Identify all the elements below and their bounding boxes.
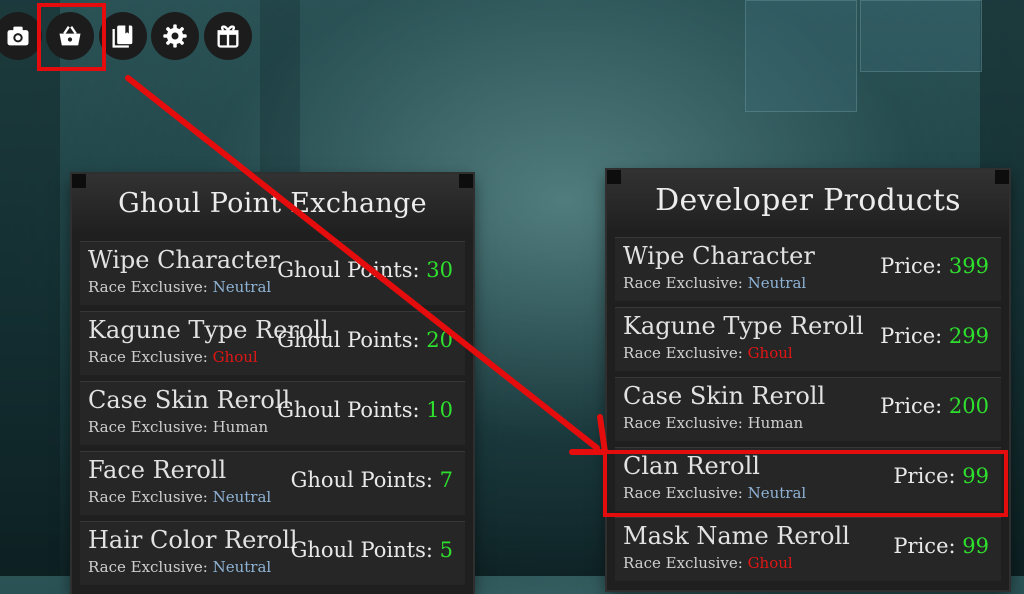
product-row-hair-color-reroll[interactable]: Hair Color Reroll Race Exclusive: Neutral… <box>80 521 465 585</box>
cost-value: 10 <box>426 398 453 422</box>
product-row-kagune-type-reroll[interactable]: Kagune Type Reroll Race Exclusive: Ghoul G… <box>80 311 465 375</box>
product-name: Face Reroll <box>88 456 227 484</box>
cost-label: Ghoul Points: <box>290 538 433 562</box>
race-label: Race Exclusive: <box>623 344 743 362</box>
race-value: Neutral <box>747 274 807 292</box>
cost-label: Ghoul Points: <box>290 468 433 492</box>
developer-products-panel: Developer Products Wipe Character Race Ex… <box>607 170 1009 590</box>
book-icon <box>112 25 133 48</box>
camera-icon <box>7 26 29 46</box>
product-row-case-skin-reroll[interactable]: Case Skin Reroll Race Exclusive: Human Pri… <box>615 377 1001 441</box>
product-row-case-skin-reroll[interactable]: Case Skin Reroll Race Exclusive: Human Gho… <box>80 381 465 445</box>
cost: Ghoul Points: 10 <box>277 398 453 422</box>
race-value: Neutral <box>212 488 272 506</box>
race-label: Race Exclusive: <box>88 488 208 506</box>
race-exclusive: Race Exclusive: Neutral <box>88 488 271 506</box>
product-name: Wipe Character <box>623 242 815 270</box>
race-label: Race Exclusive: <box>88 348 208 366</box>
cost-value: 30 <box>426 258 453 282</box>
gear-icon <box>163 24 187 48</box>
race-label: Race Exclusive: <box>88 558 208 576</box>
cost: Price: 99 <box>893 534 989 558</box>
cost-value: 200 <box>948 394 989 418</box>
race-exclusive: Race Exclusive: Ghoul <box>88 348 258 366</box>
cost: Price: 299 <box>880 324 989 348</box>
panel-header: Ghoul Point Exchange <box>72 174 473 232</box>
cost: Ghoul Points: 7 <box>291 468 453 492</box>
cost-value: 5 <box>439 538 453 562</box>
product-name: Wipe Character <box>88 246 280 274</box>
cost-label: Price: <box>893 534 956 558</box>
product-row-wipe-character[interactable]: Wipe Character Race Exclusive: Neutral Gho… <box>80 241 465 305</box>
race-exclusive: Race Exclusive: Ghoul <box>623 554 793 572</box>
cost: Ghoul Points: 5 <box>291 538 453 562</box>
clan-reroll-highlight-box <box>603 450 1008 517</box>
race-exclusive: Race Exclusive: Human <box>623 414 803 432</box>
product-name: Case Skin Reroll <box>88 386 291 414</box>
race-value: Ghoul <box>747 344 793 362</box>
product-row-face-reroll[interactable]: Face Reroll Race Exclusive: Neutral Ghoul … <box>80 451 465 515</box>
cost: Price: 399 <box>880 254 989 278</box>
race-label: Race Exclusive: <box>623 414 743 432</box>
cost: Ghoul Points: 20 <box>277 328 453 352</box>
race-value: Neutral <box>212 558 272 576</box>
race-label: Race Exclusive: <box>623 274 743 292</box>
race-label: Race Exclusive: <box>623 554 743 572</box>
race-exclusive: Race Exclusive: Neutral <box>623 274 806 292</box>
race-label: Race Exclusive: <box>88 278 208 296</box>
ghoul-point-exchange-panel: Ghoul Point Exchange Wipe Character Race … <box>72 174 473 594</box>
product-row-kagune-type-reroll[interactable]: Kagune Type Reroll Race Exclusive: Ghoul P… <box>615 307 1001 371</box>
cost-value: 299 <box>948 324 989 348</box>
product-name: Hair Color Reroll <box>88 526 298 554</box>
race-value: Neutral <box>212 278 272 296</box>
rewards-button[interactable] <box>204 12 252 60</box>
cost-label: Ghoul Points: <box>277 258 420 282</box>
inventory-button[interactable] <box>99 12 147 60</box>
cost: Price: 200 <box>880 394 989 418</box>
panel-title: Developer Products <box>655 182 961 218</box>
cost-label: Price: <box>880 324 943 348</box>
race-exclusive: Race Exclusive: Neutral <box>88 558 271 576</box>
cost-label: Ghoul Points: <box>277 328 420 352</box>
cost-value: 20 <box>426 328 453 352</box>
panel-header: Developer Products <box>607 170 1009 230</box>
panel-title: Ghoul Point Exchange <box>118 187 427 219</box>
race-value: Ghoul <box>212 348 258 366</box>
cost-value: 7 <box>439 468 453 492</box>
product-row-mask-name-reroll[interactable]: Mask Name Reroll Race Exclusive: Ghoul Pri… <box>615 517 1001 581</box>
product-name: Case Skin Reroll <box>623 382 826 410</box>
product-name: Kagune Type Reroll <box>623 312 864 340</box>
product-name: Mask Name Reroll <box>623 522 850 550</box>
race-exclusive: Race Exclusive: Ghoul <box>623 344 793 362</box>
gift-icon <box>217 25 239 48</box>
race-exclusive: Race Exclusive: Human <box>88 418 268 436</box>
cost-label: Price: <box>880 394 943 418</box>
cost-value: 99 <box>962 534 989 558</box>
race-value: Human <box>747 414 804 432</box>
race-value: Ghoul <box>747 554 793 572</box>
shop-highlight-box <box>37 3 106 71</box>
race-exclusive: Race Exclusive: Neutral <box>88 278 271 296</box>
product-row-wipe-character[interactable]: Wipe Character Race Exclusive: Neutral Pri… <box>615 237 1001 301</box>
cost-value: 399 <box>948 254 989 278</box>
race-value: Human <box>212 418 269 436</box>
cost: Ghoul Points: 30 <box>277 258 453 282</box>
cost-label: Price: <box>880 254 943 278</box>
settings-button[interactable] <box>151 12 199 60</box>
cost-label: Ghoul Points: <box>277 398 420 422</box>
race-label: Race Exclusive: <box>88 418 208 436</box>
